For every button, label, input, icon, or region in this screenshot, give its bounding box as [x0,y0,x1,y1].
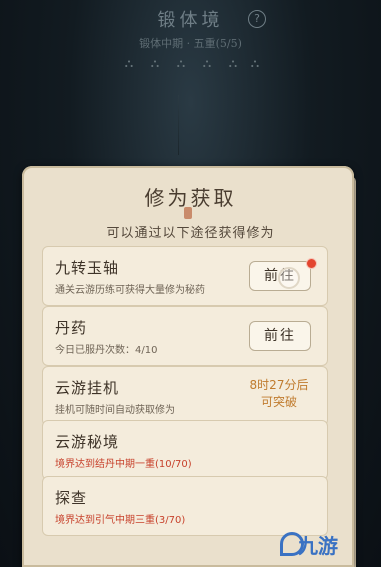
timer-time: 8时27分后 [249,378,309,392]
source-desc: 通关云游历练可获得大量修为秘药 [55,285,205,296]
timer-status: 可突破 [260,395,297,409]
panel-subtitle: 可以通过以下途径获得修为 [106,226,275,241]
source-row-idle: 云游挂机 挂机可随时间自动获取修为 8时27分后 可突破 [42,366,328,426]
source-title: 云游秘境 [55,433,120,451]
help-icon[interactable]: ? [248,10,266,28]
source-title: 云游挂机 [55,379,120,397]
source-requirement: 境界达到引气中期三重(3/70) [55,515,186,526]
goto-button[interactable]: 前往 [249,321,311,351]
realm-stage: 锻体中期 · 五重(5/5) [139,37,242,50]
stage-pip-icon: ⛬ [124,56,134,70]
seal-ornament-icon [184,207,192,219]
source-title: 探查 [55,489,88,507]
stage-pip-icon: ⛬ [176,56,186,70]
source-requirement: 境界达到结丹中期一重(10/70) [55,459,192,470]
source-row-secret-realm: 云游秘境 境界达到结丹中期一重(10/70) [42,420,328,480]
realm-title: 锻体境 [157,10,224,31]
stage-pip-icon: ⛬ [250,56,260,70]
stage-pip-icon: ⛬ [202,56,212,70]
stage-pip-icon: ⛬ [228,56,238,70]
stage-pip-icon: ⛬ [150,56,160,70]
source-row-pill: 丹药 今日已服丹次数：4/10 前往 [42,306,328,366]
tap-indicator-icon [278,267,300,289]
watermark-text: 九游 [298,534,338,558]
source-title: 九转玉轴 [55,259,120,277]
stage-pips: ⛬ ⛬ ⛬ ⛬ ⛬ ⛬ [124,56,260,78]
breakthrough-timer: 8时27分后 可突破 [239,377,319,411]
source-row-explore: 探查 境界达到引气中期三重(3/70) [42,476,328,536]
tower-pillar [178,95,179,155]
source-title: 丹药 [55,319,88,337]
source-desc: 今日已服丹次数：4/10 [55,345,158,356]
notification-dot-icon [306,258,317,269]
source-desc: 挂机可随时间自动获取修为 [55,405,175,416]
